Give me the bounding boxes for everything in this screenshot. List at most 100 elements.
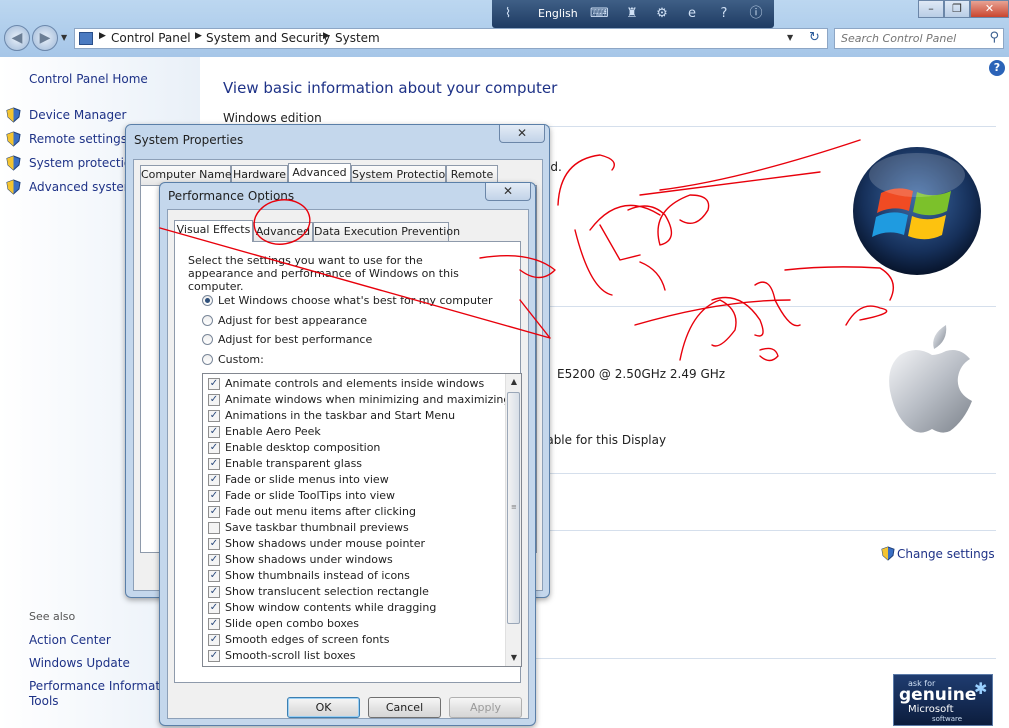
performance-information-link-tools[interactable]: Tools: [29, 694, 59, 708]
breadcrumb-control-panel[interactable]: Control Panel: [111, 31, 191, 45]
radio-custom[interactable]: [202, 354, 213, 365]
ime-pad-icon[interactable]: ♜: [624, 6, 640, 22]
pen-touch-value: lable for this Display: [543, 433, 667, 447]
system-protection-link[interactable]: System protection: [29, 156, 139, 170]
list-scrollbar[interactable]: ▲ ≡ ▼: [505, 374, 521, 666]
radio-best-performance[interactable]: [202, 334, 213, 345]
address-dropdown-icon[interactable]: ▼: [787, 33, 793, 42]
checkbox[interactable]: ✓: [208, 378, 220, 390]
list-item[interactable]: ✓ Show shadows under mouse pointer: [206, 536, 506, 552]
radio-label[interactable]: Adjust for best performance: [218, 333, 372, 346]
help-button-icon[interactable]: ?: [989, 60, 1005, 76]
ok-button[interactable]: OK: [287, 697, 360, 718]
checkbox[interactable]: ✓: [208, 634, 220, 646]
search-icon[interactable]: ⚲: [989, 30, 999, 45]
list-item[interactable]: ✓ Animations in the taskbar and Start Men…: [206, 408, 506, 424]
checkbox[interactable]: ✓: [208, 602, 220, 614]
advanced-system-settings-link[interactable]: Advanced system: [29, 180, 135, 194]
list-item[interactable]: ✓ Animate windows when minimizing and max…: [206, 392, 510, 408]
recent-pages-chevron-icon[interactable]: ▼: [61, 33, 67, 42]
list-item[interactable]: ✓ Enable Aero Peek: [206, 424, 506, 440]
breadcrumb-system-and-security[interactable]: System and Security: [206, 31, 330, 45]
minimize-button[interactable]: –: [918, 0, 944, 18]
maximize-button[interactable]: ❐: [944, 0, 970, 18]
breadcrumb-system[interactable]: System: [335, 31, 380, 45]
list-item[interactable]: ✓ Slide open combo boxes: [206, 616, 506, 632]
search-box[interactable]: ⚲: [834, 28, 1004, 49]
list-item[interactable]: ✓ Fade out menu items after clicking: [206, 504, 506, 520]
list-item[interactable]: ✓ Enable desktop composition: [206, 440, 506, 456]
action-center-link[interactable]: Action Center: [29, 633, 111, 647]
checkbox[interactable]: ✓: [208, 394, 220, 406]
genuine-badge-sub: software: [932, 715, 963, 723]
checkbox[interactable]: ✓: [208, 490, 220, 502]
genuine-microsoft-badge[interactable]: ask for genuine ✱ Microsoft software: [893, 674, 993, 726]
help-icon[interactable]: ?: [716, 6, 732, 22]
device-manager-link[interactable]: Device Manager: [29, 108, 126, 122]
list-item[interactable]: ✓ Fade or slide menus into view: [206, 472, 506, 488]
close-button[interactable]: ✕: [485, 183, 531, 201]
info-icon[interactable]: ⓘ: [748, 6, 764, 22]
tab-advanced[interactable]: Advanced: [253, 222, 313, 242]
list-item[interactable]: ✓ Smooth edges of screen fonts: [206, 632, 506, 648]
radio-best-appearance[interactable]: [202, 315, 213, 326]
close-button[interactable]: ✕: [499, 125, 545, 143]
list-item[interactable]: ✓ Show translucent selection rectangle: [206, 584, 506, 600]
windows-update-link[interactable]: Windows Update: [29, 656, 130, 670]
breadcrumb-separator-icon[interactable]: ▶: [323, 31, 330, 41]
tab-visual-effects[interactable]: Visual Effects: [174, 220, 253, 242]
settings-gear-icon[interactable]: ⚙: [654, 6, 670, 22]
list-item[interactable]: ✓ Show window contents while dragging: [206, 600, 506, 616]
tab-data-execution-prevention[interactable]: Data Execution Prevention: [313, 222, 460, 242]
list-item-label: Show shadows under mouse pointer: [225, 537, 426, 550]
language-bar[interactable]: ⌇ English ⌨ ♜ ⚙ e ? ⓘ: [492, 0, 774, 28]
refresh-icon[interactable]: ↻: [809, 30, 820, 45]
checkbox[interactable]: ✓: [208, 442, 220, 454]
apply-button[interactable]: Apply: [449, 697, 522, 718]
list-item-label: Show thumbnails instead of icons: [225, 569, 410, 582]
remote-settings-link[interactable]: Remote settings: [29, 132, 127, 146]
change-settings-link[interactable]: Change settings: [897, 547, 995, 561]
list-item[interactable]: ✓ Smooth-scroll list boxes: [206, 648, 506, 664]
language-bar-handle-icon[interactable]: ⌇: [500, 6, 516, 22]
breadcrumb-separator-icon[interactable]: ▶: [99, 31, 106, 41]
checkbox[interactable]: ✓: [208, 458, 220, 470]
checkbox[interactable]: ✓: [208, 618, 220, 630]
forward-arrow-icon[interactable]: ▶: [32, 25, 58, 51]
checkbox[interactable]: ✓: [208, 410, 220, 422]
checkbox[interactable]: ✓: [208, 650, 220, 662]
scroll-thumb[interactable]: ≡: [507, 392, 520, 624]
checkbox[interactable]: ✓: [208, 506, 220, 518]
keyboard-icon[interactable]: ⌨: [590, 6, 609, 22]
checkbox[interactable]: ✓: [208, 554, 220, 566]
list-item[interactable]: ✓ Fade or slide ToolTips into view: [206, 488, 506, 504]
cancel-button[interactable]: Cancel: [368, 697, 441, 718]
visual-effects-list[interactable]: ✓ Animate controls and elements inside wi…: [202, 373, 522, 667]
radio-label[interactable]: Let Windows choose what's best for my co…: [218, 294, 493, 307]
checkbox[interactable]: ✓: [208, 570, 220, 582]
back-arrow-icon[interactable]: ◀: [4, 25, 30, 51]
list-item[interactable]: ✓ Enable transparent glass: [206, 456, 506, 472]
checkbox[interactable]: ✓: [208, 426, 220, 438]
scroll-up-arrow-icon[interactable]: ▲: [506, 374, 521, 390]
checkbox[interactable]: ✓: [208, 586, 220, 598]
close-window-button[interactable]: ✕: [970, 0, 1009, 18]
checkbox[interactable]: ✓: [208, 474, 220, 486]
address-bar[interactable]: ▶ Control Panel ▶ System and Security ▶ …: [74, 28, 828, 49]
list-item[interactable]: ✓ Show shadows under windows: [206, 552, 506, 568]
scroll-down-arrow-icon[interactable]: ▼: [506, 650, 521, 666]
internet-explorer-icon[interactable]: e: [684, 6, 700, 22]
radio-label[interactable]: Custom:: [218, 353, 264, 366]
search-input[interactable]: [835, 29, 983, 48]
control-panel-home-link[interactable]: Control Panel Home: [29, 72, 148, 86]
breadcrumb-separator-icon[interactable]: ▶: [195, 31, 202, 41]
checkbox[interactable]: ✓: [208, 538, 220, 550]
list-item[interactable]: Save taskbar thumbnail previews: [206, 520, 506, 536]
checkbox[interactable]: [208, 522, 220, 534]
list-item[interactable]: ✓ Animate controls and elements inside wi…: [206, 376, 506, 392]
language-label[interactable]: English: [538, 7, 578, 20]
radio-label[interactable]: Adjust for best appearance: [218, 314, 367, 327]
visual-effects-panel: Select the settings you want to use for …: [174, 241, 522, 683]
radio-let-windows-choose[interactable]: [202, 295, 213, 306]
list-item[interactable]: ✓ Show thumbnails instead of icons: [206, 568, 506, 584]
